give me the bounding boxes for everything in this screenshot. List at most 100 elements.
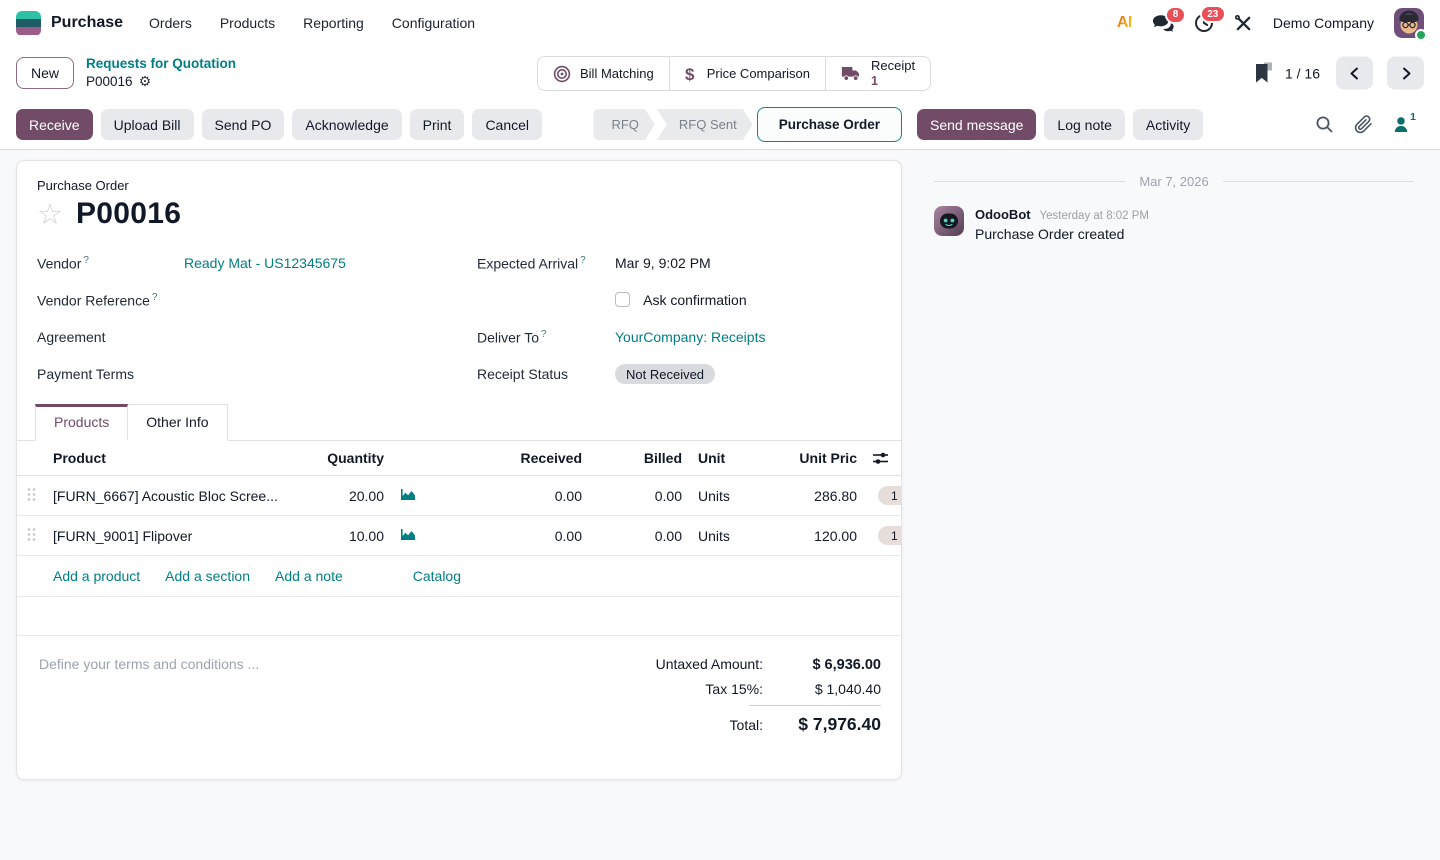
action-bar: Receive Upload Bill Send PO Acknowledge … <box>0 100 1440 150</box>
app-name: Purchase <box>51 14 123 32</box>
catalog-link[interactable]: Catalog <box>413 568 461 584</box>
field-grid: Vendor? Ready Mat - US12345675 Vendor Re… <box>17 231 901 385</box>
add-a-note-link[interactable]: Add a note <box>275 568 343 584</box>
field-ask-confirmation: Ask confirmation <box>477 289 881 311</box>
new-button[interactable]: New <box>16 57 74 89</box>
col-header-product[interactable]: Product <box>45 441 310 476</box>
user-avatar[interactable] <box>1394 8 1424 38</box>
totals-block: Untaxed Amount: $ 6,936.00 Tax 15%: $ 1,… <box>631 656 881 743</box>
field-receipt-status: Receipt Status Not Received <box>477 363 881 385</box>
search-messages-icon[interactable] <box>1315 115 1334 134</box>
ask-confirmation-checkbox[interactable] <box>615 292 630 307</box>
breadcrumb-parent[interactable]: Requests for Quotation <box>86 55 236 73</box>
status-stepper: RFQ RFQ Sent Purchase Order <box>593 107 902 142</box>
gear-icon[interactable]: ⚙︎ <box>139 73 152 91</box>
message-author[interactable]: OdooBot <box>975 207 1031 222</box>
quantity-cell[interactable]: 20.00 <box>310 476 392 516</box>
activities-clock-icon[interactable]: 23 <box>1194 13 1214 33</box>
deliver-to-value[interactable]: YourCompany: Receipts <box>615 329 881 345</box>
col-header-unit-price[interactable]: Unit Pric <box>762 441 865 476</box>
price-comparison-button[interactable]: $ Price Comparison <box>670 57 826 90</box>
help-icon: ? <box>541 329 547 340</box>
tax-label: Tax 15%: <box>705 681 763 697</box>
chevron-left-icon <box>1346 64 1364 82</box>
terms-and-conditions-input[interactable]: Define your terms and conditions ... <box>39 656 259 743</box>
deliver-to-label: Deliver To <box>477 329 539 345</box>
unit-price-cell[interactable]: 286.80 <box>762 476 865 516</box>
billed-cell[interactable]: 0.00 <box>590 476 690 516</box>
unit-price-cell[interactable]: 120.00 <box>762 516 865 556</box>
optional-columns-icon[interactable] <box>865 441 902 476</box>
drag-handle-icon[interactable] <box>17 476 45 516</box>
step-rfq-sent[interactable]: RFQ Sent <box>657 109 753 140</box>
forecast-chart-icon[interactable] <box>392 476 430 516</box>
log-note-button[interactable]: Log note <box>1044 109 1125 140</box>
followers-count: 1 <box>1410 111 1416 123</box>
bookmark-icon[interactable] <box>1253 63 1273 84</box>
upload-bill-button[interactable]: Upload Bill <box>101 109 194 140</box>
bullseye-icon <box>553 65 571 83</box>
menu-reporting[interactable]: Reporting <box>303 15 364 31</box>
tab-other-info[interactable]: Other Info <box>128 404 227 441</box>
receive-button[interactable]: Receive <box>16 109 93 140</box>
product-link[interactable]: [FURN_6667] Acoustic Bloc Scree... <box>45 476 310 516</box>
doc-type-label: Purchase Order <box>37 178 881 193</box>
menu-orders[interactable]: Orders <box>149 15 192 31</box>
quantity-cell[interactable]: 10.00 <box>310 516 392 556</box>
print-button[interactable]: Print <box>410 109 465 140</box>
messages-icon[interactable]: 8 <box>1152 14 1174 33</box>
billed-cell[interactable]: 0.00 <box>590 516 690 556</box>
col-header-billed[interactable]: Billed <box>590 441 690 476</box>
activity-button[interactable]: Activity <box>1133 109 1203 140</box>
untaxed-amount-value: $ 6,936.00 <box>763 657 881 673</box>
unit-cell[interactable]: Units <box>690 516 762 556</box>
cancel-button[interactable]: Cancel <box>472 109 542 140</box>
vendor-value[interactable]: Ready Mat - US12345675 <box>184 255 477 271</box>
menu-products[interactable]: Products <box>220 15 275 31</box>
favorite-star-icon[interactable]: ☆ <box>37 200 63 229</box>
col-header-quantity[interactable]: Quantity <box>310 441 392 476</box>
tax-value: $ 1,040.40 <box>763 681 881 697</box>
received-cell[interactable]: 0.00 <box>430 516 590 556</box>
product-link[interactable]: [FURN_9001] Flipover <box>45 516 310 556</box>
odoobot-avatar[interactable] <box>934 206 964 236</box>
control-panel: New Requests for Quotation P00016 ⚙︎ Bil… <box>0 46 1440 100</box>
add-a-product-link[interactable]: Add a product <box>53 568 140 584</box>
receipt-button[interactable]: Receipt 1 <box>826 57 930 90</box>
dollar-icon: $ <box>685 64 698 84</box>
forecast-chart-icon[interactable] <box>392 516 430 556</box>
step-purchase-order[interactable]: Purchase Order <box>757 107 902 142</box>
pager-next-button[interactable] <box>1387 57 1424 90</box>
ai-icon[interactable]: AI <box>1117 14 1132 32</box>
tab-products[interactable]: Products <box>35 404 128 441</box>
company-switcher[interactable]: Demo Company <box>1273 15 1374 31</box>
drag-handle-icon[interactable] <box>17 516 45 556</box>
step-rfq[interactable]: RFQ <box>593 109 654 140</box>
truck-icon <box>841 65 862 82</box>
menu-configuration[interactable]: Configuration <box>392 15 475 31</box>
attachment-paperclip-icon[interactable] <box>1354 115 1373 134</box>
col-header-unit[interactable]: Unit <box>690 441 762 476</box>
acknowledge-button[interactable]: Acknowledge <box>292 109 401 140</box>
field-vendor-reference: Vendor Reference? <box>37 289 477 311</box>
messages-badge: 8 <box>1165 6 1186 24</box>
tax-badge: 1 <box>878 486 902 505</box>
send-message-button[interactable]: Send message <box>917 109 1036 140</box>
app-brand[interactable]: Purchase <box>16 11 123 36</box>
chatter-panel: Mar 7, 2026 <box>918 150 1440 860</box>
add-a-section-link[interactable]: Add a section <box>165 568 250 584</box>
pager-previous-button[interactable] <box>1336 57 1373 90</box>
help-icon: ? <box>83 255 89 266</box>
col-header-received[interactable]: Received <box>430 441 590 476</box>
form-sheet: Purchase Order ☆ P00016 Vendor? Ready Ma… <box>16 160 902 780</box>
tools-icon[interactable] <box>1234 14 1253 33</box>
online-status-dot <box>1415 29 1427 41</box>
bill-matching-button[interactable]: Bill Matching <box>538 57 670 90</box>
received-cell[interactable]: 0.00 <box>430 476 590 516</box>
smart-buttons: Bill Matching $ Price Comparison Receipt… <box>537 56 931 91</box>
unit-cell[interactable]: Units <box>690 476 762 516</box>
followers-icon[interactable]: 1 <box>1393 116 1416 133</box>
send-po-button[interactable]: Send PO <box>202 109 285 140</box>
expected-arrival-value[interactable]: Mar 9, 9:02 PM <box>615 255 881 271</box>
table-header-row: Product Quantity Received Billed Unit Un… <box>17 441 902 476</box>
